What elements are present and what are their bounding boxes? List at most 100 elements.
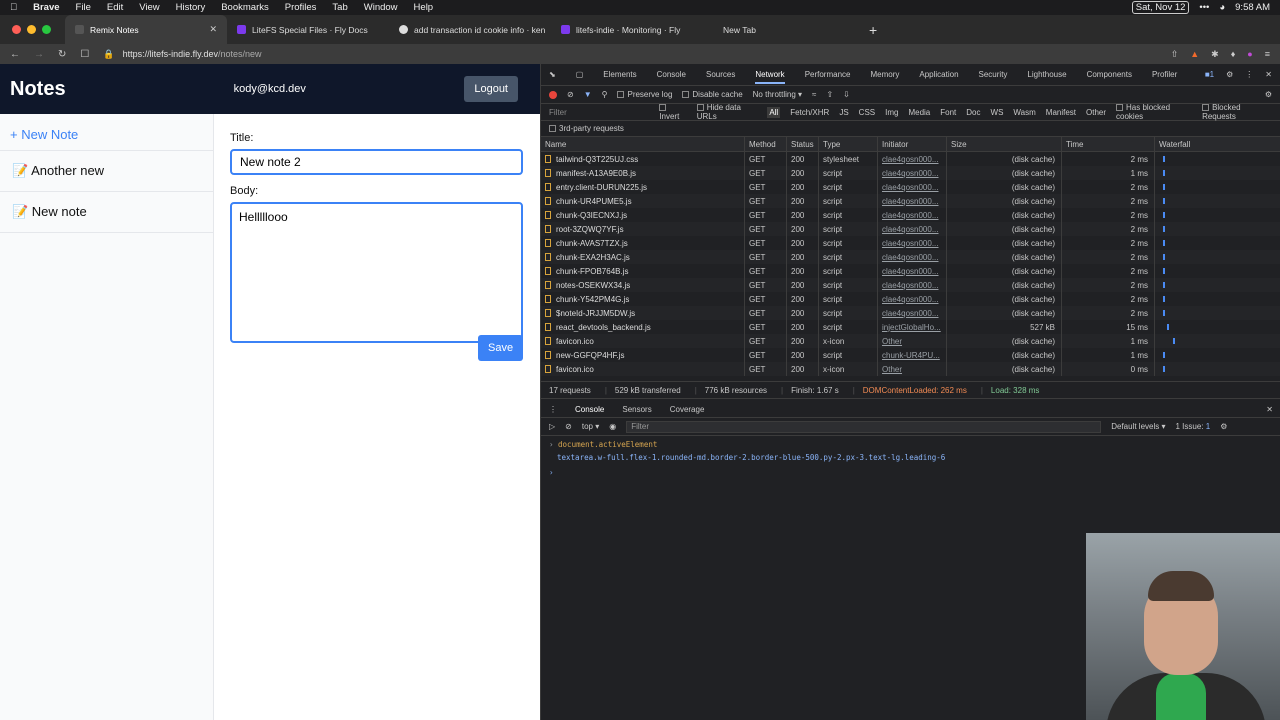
cell-name[interactable]: root-3ZQWQ7YF.js xyxy=(541,222,745,236)
menu-file[interactable]: File xyxy=(76,2,91,13)
cell-name[interactable]: tailwind-Q3T225UJ.css xyxy=(541,152,745,166)
maximize-window-button[interactable] xyxy=(42,25,51,34)
type-filter-manifest[interactable]: Manifest xyxy=(1046,108,1076,117)
cell-name[interactable]: manifest-A13A9E0B.js xyxy=(541,166,745,180)
network-row[interactable]: react_devtools_backend.js GET 200 script inj… xyxy=(541,320,1280,334)
profile-avatar-icon[interactable]: ● xyxy=(1247,49,1252,60)
tab-components[interactable]: Components xyxy=(1087,70,1132,79)
cell-name[interactable]: favicon.ico xyxy=(541,362,745,376)
col-name[interactable]: Name xyxy=(541,137,745,151)
drawer-tab-console[interactable]: Console xyxy=(575,405,604,414)
cell-name[interactable]: react_devtools_backend.js xyxy=(541,320,745,334)
settings-gear-icon[interactable]: ⚙ xyxy=(1226,70,1233,79)
cell-initiator[interactable]: clae4qosn000... xyxy=(878,180,947,194)
tab-memory[interactable]: Memory xyxy=(870,70,899,79)
tab-application[interactable]: Application xyxy=(919,70,958,79)
tab-lighthouse[interactable]: Lighthouse xyxy=(1027,70,1066,79)
import-har-icon[interactable]: ⇧ xyxy=(826,90,833,99)
puzzle-icon[interactable]: ♦ xyxy=(1231,49,1236,60)
filter-icon[interactable]: ▼ xyxy=(584,90,592,99)
minimize-window-button[interactable] xyxy=(27,25,36,34)
body-textarea[interactable]: Helllllooo xyxy=(230,202,523,343)
type-filter-wasm[interactable]: Wasm xyxy=(1013,108,1035,117)
search-icon[interactable]: ⚲ xyxy=(602,90,608,99)
console-clear-icon[interactable]: ⊘ xyxy=(565,422,572,431)
cell-name[interactable]: chunk-Y542PM4G.js xyxy=(541,292,745,306)
cell-name[interactable]: chunk-EXA2H3AC.js xyxy=(541,250,745,264)
network-row[interactable]: chunk-Q3IECNXJ.js GET 200 script clae4qosn00… xyxy=(541,208,1280,222)
tab-elements[interactable]: Elements xyxy=(603,70,636,79)
issues-link[interactable]: 1 Issue: 1 xyxy=(1176,422,1211,431)
tab-performance[interactable]: Performance xyxy=(805,70,851,79)
network-row[interactable]: chunk-AVAS7TZX.js GET 200 script clae4qosn00… xyxy=(541,236,1280,250)
inspect-icon[interactable]: ⬊ xyxy=(549,70,556,79)
lock-icon[interactable]: 🔒 xyxy=(103,49,114,60)
cell-name[interactable]: chunk-UR4PUME5.js xyxy=(541,194,745,208)
more-icon[interactable]: ••• xyxy=(1199,2,1209,13)
cell-initiator[interactable]: injectGlobalHo... xyxy=(878,320,947,334)
console-result[interactable]: textarea.w-full.flex-1.rounded-md.border… xyxy=(549,453,1273,462)
cell-name[interactable]: chunk-FPOB764B.js xyxy=(541,264,745,278)
wifi-icon[interactable]: ◕ xyxy=(1219,2,1225,13)
network-row[interactable]: tailwind-Q3T225UJ.css GET 200 stylesheet cla… xyxy=(541,152,1280,166)
network-row[interactable]: notes-OSEKWX34.js GET 200 script clae4qosn00… xyxy=(541,278,1280,292)
network-row[interactable]: favicon.ico GET 200 x-icon Other (disk cache)… xyxy=(541,334,1280,348)
disable-cache-checkbox[interactable]: Disable cache xyxy=(682,90,743,99)
live-expression-eye-icon[interactable]: ◉ xyxy=(609,422,616,431)
blocked-requests-checkbox[interactable]: Blocked Requests xyxy=(1202,103,1270,121)
network-row[interactable]: chunk-Y542PM4G.js GET 200 script clae4qosn00… xyxy=(541,292,1280,306)
new-tab-icon[interactable]: + xyxy=(869,22,877,38)
bookmark-icon[interactable]: ☐ xyxy=(80,49,89,60)
menu-bookmarks[interactable]: Bookmarks xyxy=(221,2,269,13)
menubar-date[interactable]: Sat, Nov 12 xyxy=(1131,1,1190,14)
close-devtools-icon[interactable]: ✕ xyxy=(1265,70,1272,79)
type-filter-all[interactable]: All xyxy=(767,106,781,118)
drawer-menu-icon[interactable]: ⋮ xyxy=(549,405,557,414)
tab-github[interactable]: add transaction id cookie info · ken xyxy=(389,15,551,44)
network-row[interactable]: chunk-UR4PUME5.js GET 200 script clae4qosn00… xyxy=(541,194,1280,208)
col-method[interactable]: Method xyxy=(745,137,787,151)
cell-initiator[interactable]: clae4qosn000... xyxy=(878,292,947,306)
app-title[interactable]: Notes xyxy=(10,78,66,101)
drawer-tab-coverage[interactable]: Coverage xyxy=(670,405,705,414)
note-item-new-note[interactable]: 📝 New note xyxy=(0,192,213,233)
type-filter-js[interactable]: JS xyxy=(839,108,848,117)
cell-initiator[interactable]: clae4qosn000... xyxy=(878,152,947,166)
back-icon[interactable]: ← xyxy=(10,49,20,60)
brave-shield-icon[interactable]: ▲ xyxy=(1190,49,1199,60)
network-row[interactable]: chunk-FPOB764B.js GET 200 script clae4qosn00… xyxy=(541,264,1280,278)
url-field[interactable]: https://litefs-indie.fly.dev/notes/new xyxy=(123,49,262,59)
cell-name[interactable]: favicon.ico xyxy=(541,334,745,348)
menubar-time[interactable]: 9:58 AM xyxy=(1235,2,1270,13)
browser-menu-icon[interactable]: ≡ xyxy=(1265,49,1270,60)
tab-litefs-docs[interactable]: LiteFS Special Files · Fly Docs xyxy=(227,15,389,44)
cell-name[interactable]: entry.client-DURUN225.js xyxy=(541,180,745,194)
cell-initiator[interactable]: clae4qosn000... xyxy=(878,222,947,236)
tab-security[interactable]: Security xyxy=(979,70,1008,79)
third-party-checkbox[interactable]: 3rd-party requests xyxy=(549,124,624,133)
drawer-tab-sensors[interactable]: Sensors xyxy=(622,405,651,414)
col-size[interactable]: Size xyxy=(947,137,1062,151)
console-settings-icon[interactable]: ⚙ xyxy=(1220,422,1227,431)
forward-icon[interactable]: → xyxy=(34,49,44,60)
col-waterfall[interactable]: Waterfall xyxy=(1155,137,1280,151)
cell-initiator[interactable]: Other xyxy=(878,362,947,376)
record-icon[interactable] xyxy=(549,90,557,99)
preserve-log-checkbox[interactable]: Preserve log xyxy=(617,90,672,99)
cell-initiator[interactable]: clae4qosn000... xyxy=(878,236,947,250)
network-settings-icon[interactable]: ⚙ xyxy=(1265,90,1272,99)
logout-button[interactable]: Logout xyxy=(464,76,518,102)
tab-sources[interactable]: Sources xyxy=(706,70,735,79)
close-window-button[interactable] xyxy=(12,25,21,34)
network-row[interactable]: manifest-A13A9E0B.js GET 200 script clae4qos… xyxy=(541,166,1280,180)
has-blocked-cookies-checkbox[interactable]: Has blocked cookies xyxy=(1116,103,1192,121)
export-har-icon[interactable]: ⇩ xyxy=(843,90,850,99)
tab-profiler[interactable]: Profiler xyxy=(1152,70,1177,79)
clear-icon[interactable]: ⊘ xyxy=(567,90,574,99)
cell-initiator[interactable]: clae4qosn000... xyxy=(878,250,947,264)
menu-history[interactable]: History xyxy=(176,2,206,13)
apple-icon[interactable]:  xyxy=(10,2,17,13)
tab-fly-monitoring[interactable]: litefs-indie · Monitoring · Fly xyxy=(551,15,713,44)
type-filter-other[interactable]: Other xyxy=(1086,108,1106,117)
cell-initiator[interactable]: clae4qosn000... xyxy=(878,306,947,320)
